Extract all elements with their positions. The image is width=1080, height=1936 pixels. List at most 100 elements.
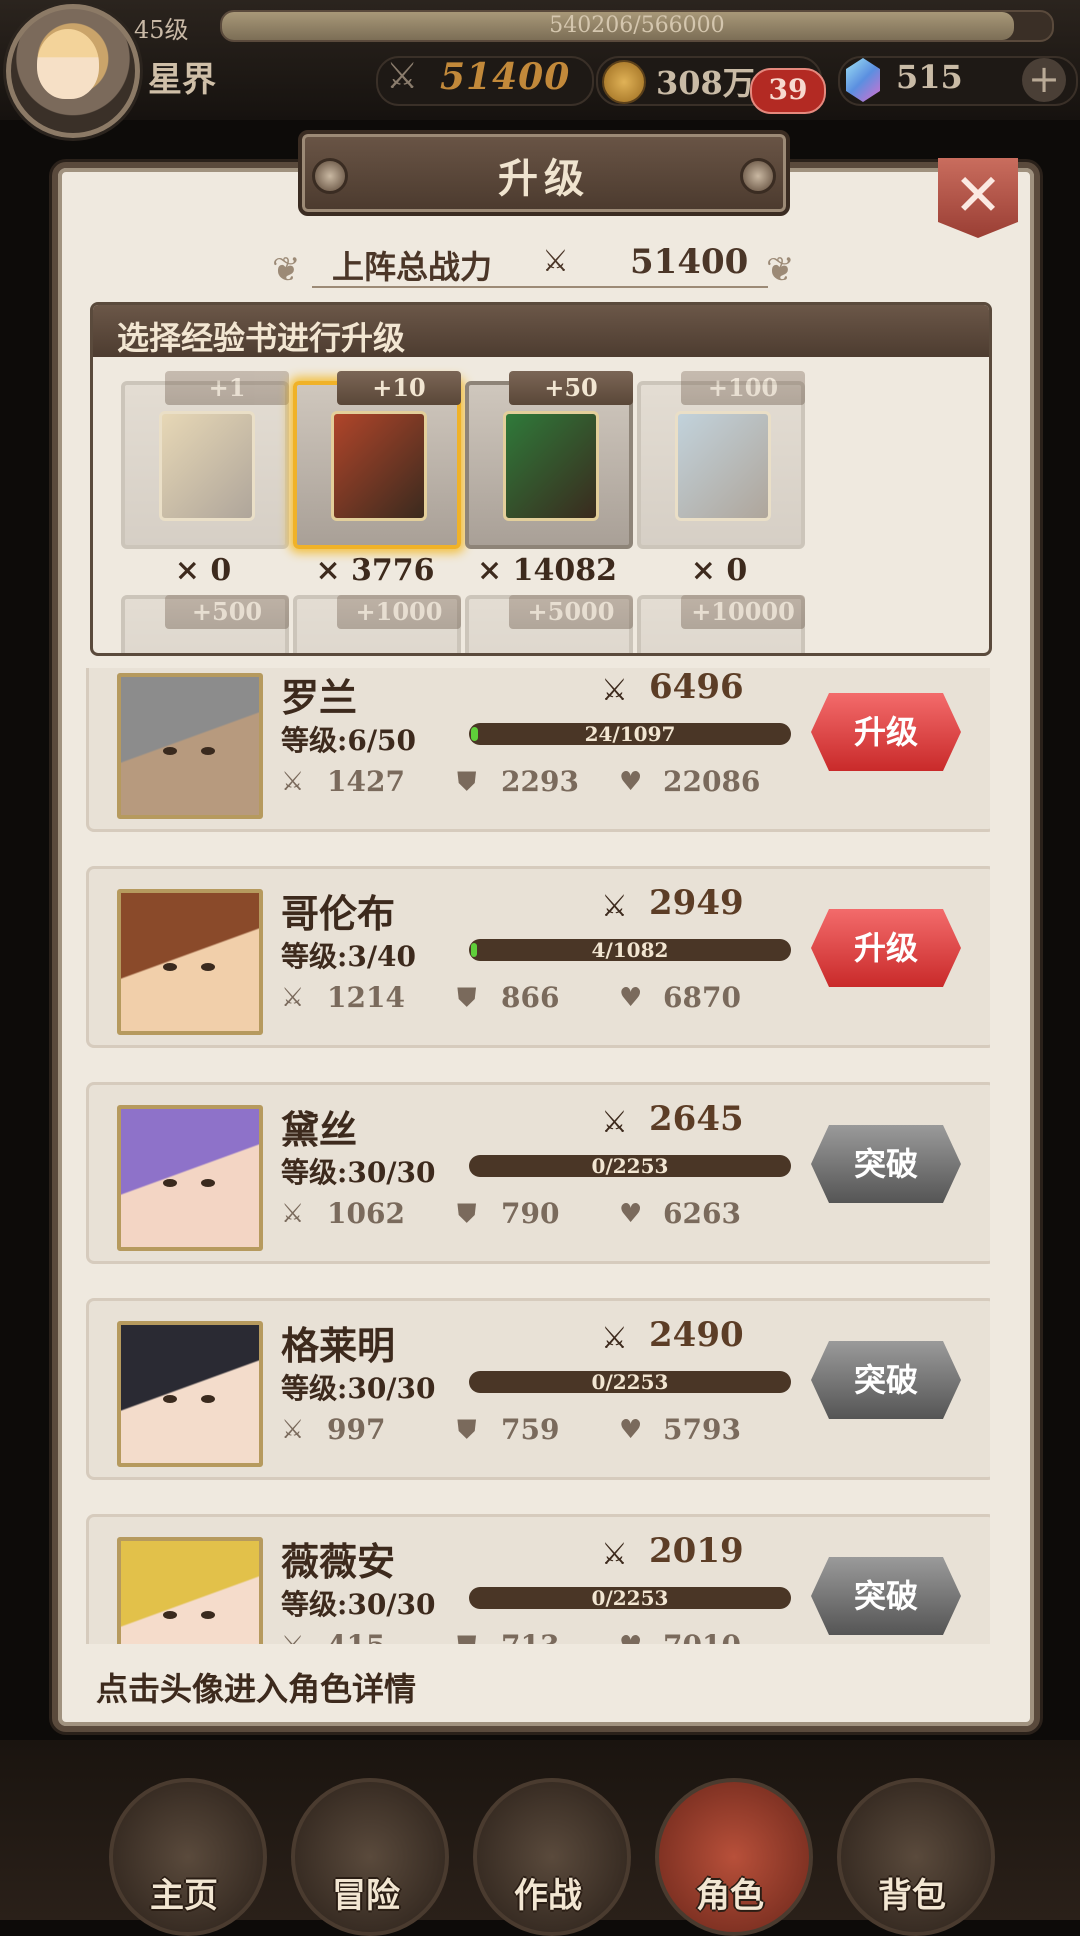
breakthrough-button[interactable]: 突破 <box>811 1341 961 1419</box>
hero-exp-bar: 0/2253 <box>469 1370 791 1394</box>
hero-level: 等级:30/30 <box>281 1156 436 1189</box>
hero-stat-def: 866 <box>501 981 560 1014</box>
hero-card[interactable]: 格莱明 ⚔ 2490 等级:30/30 0/2253 ⚔ 997 ⛊ 759 ♥ 5793 突破 <box>86 1298 990 1480</box>
portrait-eye <box>163 963 177 971</box>
hero-name: 薇薇安 <box>281 1539 396 1584</box>
exp-book-value: +10 <box>337 371 461 405</box>
nav-item-2[interactable]: 作战 <box>458 1868 638 1917</box>
portrait-eye <box>163 1611 177 1619</box>
hero-name: 哥伦布 <box>281 891 396 936</box>
hero-power: 2949 <box>649 883 744 923</box>
exp-book-value: +500 <box>165 595 289 629</box>
hero-stat-hp: 6870 <box>663 981 741 1014</box>
nav-item-1[interactable]: 冒险 <box>276 1868 456 1917</box>
player-exp-text: 540206/566000 <box>549 13 725 38</box>
hero-level: 等级:6/50 <box>281 724 417 757</box>
exp-book-count: × 14082 <box>477 553 617 588</box>
health-icon: ♥ <box>619 1631 642 1644</box>
defense-icon: ⛊ <box>457 1199 477 1229</box>
portrait-eye <box>201 1395 215 1403</box>
player-name: 星界 <box>148 60 216 100</box>
panel-title-plate: 升级 <box>298 130 790 216</box>
hero-level: 等级:3/40 <box>281 940 417 973</box>
hero-stat-atk: 1062 <box>327 1197 405 1230</box>
hero-stat-atk: 415 <box>327 1629 385 1644</box>
exp-book-value: +10000 <box>681 595 805 629</box>
portrait-eye <box>163 747 177 755</box>
total-power-label: 上阵总战力 <box>332 248 493 286</box>
hero-card[interactable]: 哥伦布 ⚔ 2949 等级:3/40 4/1082 ⚔ 1214 ⛊ 866 ♥ 6870 升级 <box>86 866 990 1048</box>
attack-icon: ⚔ <box>281 983 305 1013</box>
hero-portrait[interactable] <box>117 673 263 819</box>
player-avatar[interactable] <box>6 4 140 138</box>
exp-book-count: × 0 <box>690 553 748 588</box>
crossed-swords-icon: ⚔ <box>386 56 419 97</box>
player-level: 45级 <box>134 16 189 44</box>
hero-power: 2645 <box>649 1099 744 1139</box>
hero-exp-text: 0/2253 <box>591 1154 669 1178</box>
player-exp-bar: 540206/566000 <box>220 10 1054 42</box>
health-icon: ♥ <box>619 767 643 797</box>
hero-exp-text: 0/2253 <box>591 1586 669 1610</box>
hero-exp-text: 4/1082 <box>591 938 669 962</box>
chooser-header: 选择经验书进行升级 <box>93 305 989 357</box>
close-button[interactable]: ✕ <box>938 158 1018 238</box>
hero-exp-text: 0/2253 <box>591 1370 669 1394</box>
hint-text: 点击头像进入角色详情 <box>96 1670 417 1708</box>
hero-stat-hp: 6263 <box>663 1197 741 1230</box>
hero-list[interactable]: 罗兰 ⚔ 6496 等级:6/50 24/1097 ⚔ 1427 ⛊ 2293 ♥ 22086 升级哥… <box>86 668 990 1644</box>
exp-book-value: +1000 <box>337 595 461 629</box>
crossed-swords-icon: ⚔ <box>542 244 569 279</box>
nav-item-4[interactable]: 背包 <box>822 1868 1002 1917</box>
exp-book-slot[interactable] <box>637 381 805 549</box>
hero-exp-text: 24/1097 <box>584 722 676 746</box>
hero-stat-hp: 22086 <box>663 765 761 798</box>
upgrade-button[interactable]: 升级 <box>811 909 961 987</box>
hero-card[interactable]: 薇薇安 ⚔ 2019 等级:30/30 0/2253 ⚔ 415 ⛊ 713 ♥ 7010 突破 <box>86 1514 990 1644</box>
breakthrough-button[interactable]: 突破 <box>811 1125 961 1203</box>
attack-icon: ⚔ <box>281 1199 305 1229</box>
avatar-face <box>37 29 99 99</box>
exp-book-slot[interactable] <box>293 381 461 549</box>
panel-title: 升级 <box>498 155 590 202</box>
defense-icon: ⛊ <box>457 983 477 1013</box>
health-icon: ♥ <box>619 1199 643 1229</box>
upgrade-button[interactable]: 升级 <box>811 693 961 771</box>
breakthrough-button[interactable]: 突破 <box>811 1557 961 1635</box>
defense-icon: ⛊ <box>457 1631 477 1644</box>
portrait-eye <box>201 1179 215 1187</box>
exp-book-slot[interactable] <box>121 381 289 549</box>
attack-icon: ⚔ <box>281 1415 305 1445</box>
health-icon: ♥ <box>619 1415 643 1445</box>
ornament-left-icon: ❦ <box>272 250 301 290</box>
hero-name: 罗兰 <box>281 675 358 720</box>
defense-icon: ⛊ <box>457 1415 477 1445</box>
hero-portrait[interactable] <box>117 1105 263 1251</box>
hero-card[interactable]: 黛丝 ⚔ 2645 等级:30/30 0/2253 ⚔ 1062 ⛊ 790 ♥ 6263 突破 <box>86 1082 990 1264</box>
hero-exp-bar: 0/2253 <box>469 1586 791 1610</box>
nav-item-3[interactable]: 角色 <box>640 1868 820 1917</box>
crossed-swords-icon: ⚔ <box>601 889 628 924</box>
coin-icon <box>602 60 646 104</box>
exp-book-icon <box>675 411 771 521</box>
hero-stat-def: 713 <box>501 1629 559 1644</box>
hero-stat-def: 2293 <box>501 765 579 798</box>
exp-book-count: × 3776 <box>315 553 435 588</box>
attack-icon: ⚔ <box>281 767 305 797</box>
hero-portrait[interactable] <box>117 1537 263 1644</box>
crossed-swords-icon: ⚔ <box>601 1537 628 1572</box>
add-gems-button[interactable]: + <box>1022 58 1066 102</box>
crossed-swords-icon: ⚔ <box>601 1105 628 1140</box>
hero-name: 格莱明 <box>281 1323 396 1368</box>
hero-card[interactable]: 罗兰 ⚔ 6496 等级:6/50 24/1097 ⚔ 1427 ⛊ 2293 ♥ 22086 升级 <box>86 668 990 832</box>
rivet-icon <box>740 158 776 194</box>
exp-book-value: +5000 <box>509 595 633 629</box>
nav-item-0[interactable]: 主页 <box>94 1868 274 1917</box>
notification-badge[interactable]: 39 <box>750 68 826 114</box>
exp-book-slot[interactable] <box>465 381 633 549</box>
hero-portrait[interactable] <box>117 1321 263 1467</box>
exp-book-value: +50 <box>509 371 633 405</box>
gem-amount: 515 <box>896 58 963 96</box>
hero-portrait[interactable] <box>117 889 263 1035</box>
ornament-right-icon: ❦ <box>766 250 795 290</box>
